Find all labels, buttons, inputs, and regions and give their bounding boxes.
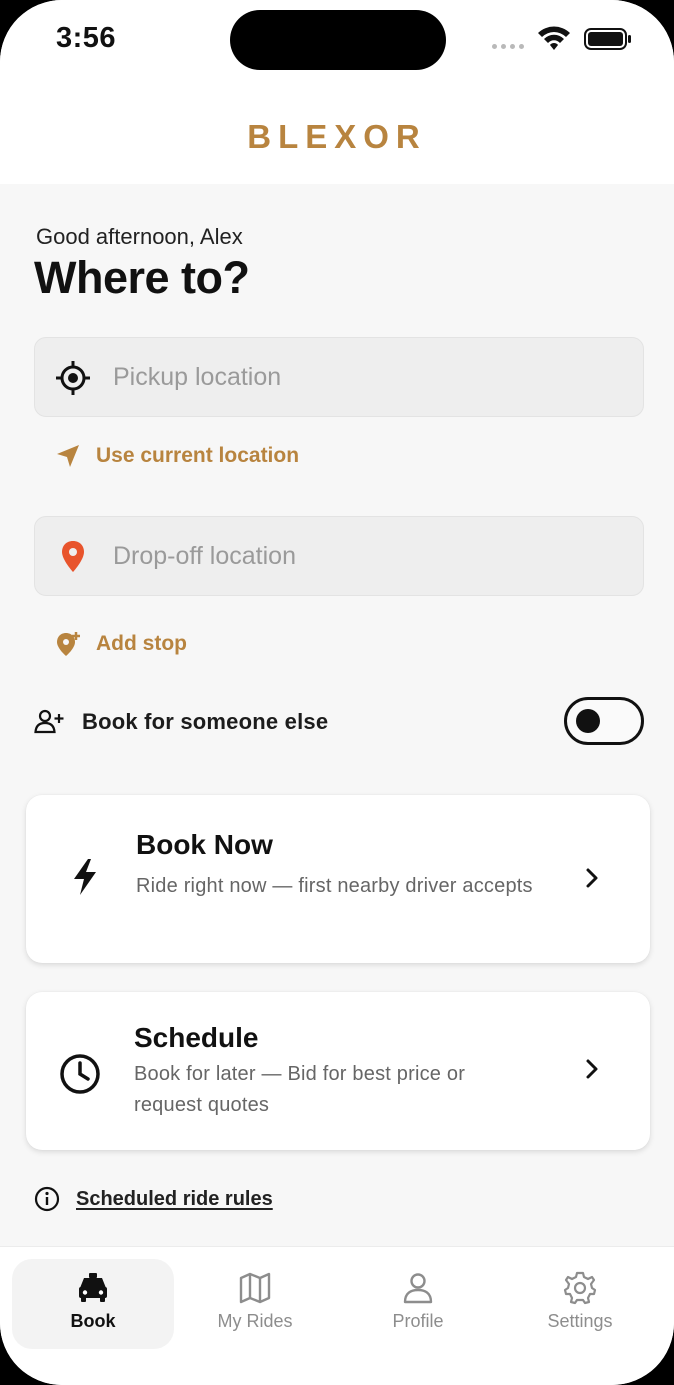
scheduled-ride-rules: Scheduled ride rules [34,1186,273,1212]
book-for-someone-label: Book for someone else [82,709,329,734]
greeting-text: Good afternoon, Alex [36,224,243,249]
nav-item-label: Book [70,1311,116,1331]
nav-item-book[interactable]: Book [12,1259,174,1349]
toggle-knob [576,709,600,733]
nav-item-label: My Rides [217,1311,293,1331]
car-icon [79,1273,107,1302]
book-for-someone-row: Book for someone else [34,697,644,745]
gear-icon [563,1271,597,1305]
nav-item-my-rides[interactable]: My Rides [174,1259,336,1349]
dropoff-input[interactable] [113,517,613,595]
pickup-field[interactable] [34,337,644,417]
person-icon [403,1273,433,1304]
add-location-icon [57,632,80,656]
book-now-card[interactable]: Book Now Ride right now — first nearby d… [26,795,650,963]
scheduled-ride-rules-link[interactable]: Scheduled ride rules [76,1188,273,1211]
page-title: Where to? [34,252,250,303]
book-for-someone-toggle[interactable] [564,697,644,745]
lightning-bolt-icon [74,859,96,895]
pickup-input[interactable] [113,338,613,416]
dropoff-field[interactable] [34,516,644,596]
crosshair-icon [56,361,90,395]
signal-icon [492,44,524,49]
clock-icon [60,1054,100,1094]
chevron-right-icon [586,868,598,888]
use-current-location-label: Use current location [96,444,300,467]
chevron-right-icon [586,1059,598,1079]
status-time: 3:56 [56,22,117,54]
book-now-subtitle: Ride right now — first nearby driver acc… [136,875,533,897]
map-icon [239,1272,271,1304]
info-icon [34,1186,60,1212]
nav-item-settings[interactable]: Settings [499,1259,661,1349]
location-pin-icon [62,541,84,572]
use-current-location-link[interactable]: Use current location [54,442,299,470]
nav-item-label: Profile [392,1311,444,1331]
wifi-icon [538,26,570,50]
add-person-icon [34,709,64,734]
add-stop-link[interactable]: Add stop [54,630,187,658]
schedule-subtitle: Book for later — Bid for best price or r… [134,1063,466,1116]
battery-icon [584,28,631,50]
add-stop-label: Add stop [96,632,187,655]
schedule-title: Schedule [134,1022,259,1053]
bottom-nav: Book My Rides Profile Settings [0,1246,674,1385]
navigation-arrow-icon [57,445,79,467]
nav-item-label: Settings [547,1311,613,1331]
phone-screen: 3:56 BLEXOR Good afternoon, Alex Where t… [0,0,674,1385]
dynamic-island [230,10,446,70]
book-now-title: Book Now [136,829,273,860]
schedule-card[interactable]: Schedule Book for later — Bid for best p… [26,992,650,1150]
top-bar: 3:56 BLEXOR [0,0,674,184]
brand-logo: BLEXOR [247,118,427,155]
nav-item-profile[interactable]: Profile [337,1259,499,1349]
